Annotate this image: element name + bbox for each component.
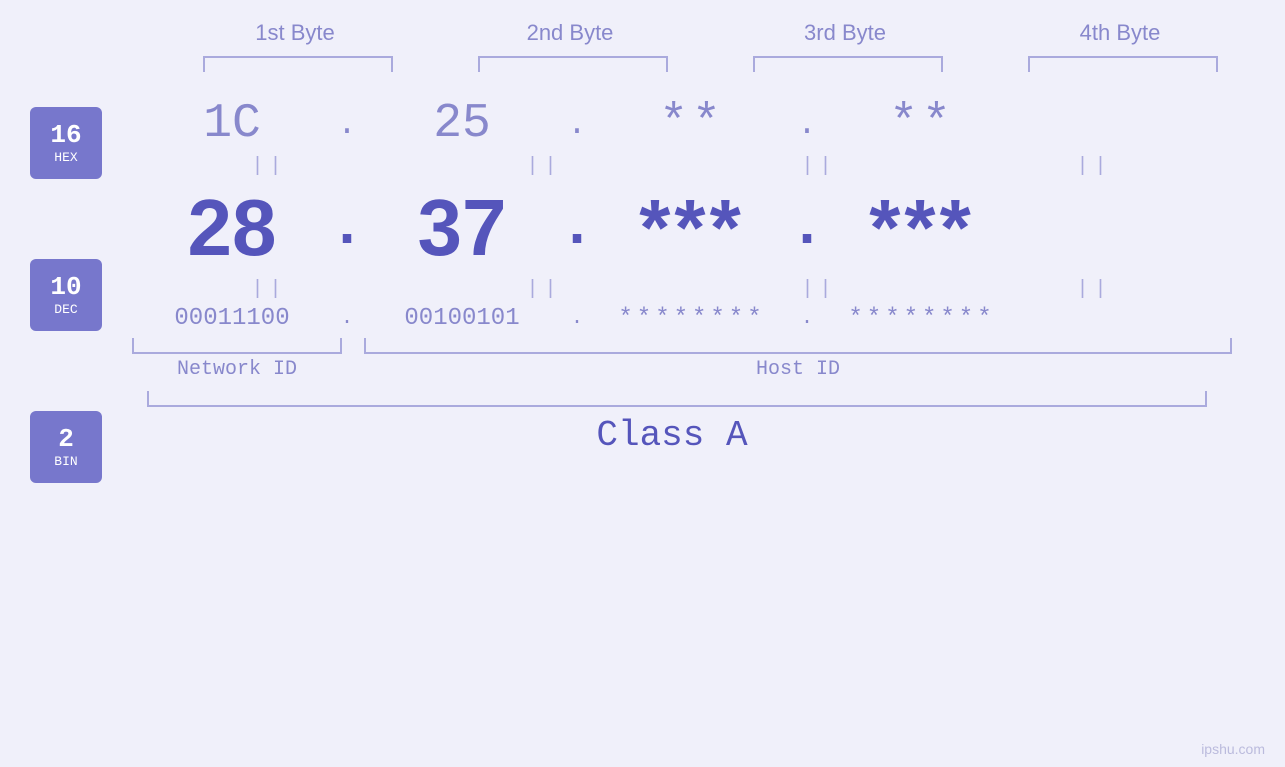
dec-badge: 10 DEC [30, 259, 102, 331]
eq-4: || [995, 155, 1195, 178]
eq-5: || [170, 278, 370, 301]
bin-dot-2: . [562, 307, 592, 330]
watermark: ipshu.com [1201, 741, 1265, 757]
badges-column: 16 HEX 10 DEC 2 BIN [30, 107, 102, 483]
dec-dot-3: . [792, 194, 822, 262]
dec-cell-3: *** [592, 182, 792, 274]
hex-dot-3: . [792, 106, 822, 143]
eq-1: || [170, 155, 370, 178]
bin-val-3: ******** [618, 305, 765, 332]
hex-cell-2: 25 [362, 97, 562, 151]
hex-val-3: ** [659, 97, 725, 151]
dec-row: 28 . 37 . *** . *** [132, 182, 1232, 274]
hex-val-4: ** [889, 97, 955, 151]
bin-cell-3: ******** [592, 305, 792, 332]
class-label: Class A [132, 415, 1212, 456]
hex-badge-number: 16 [50, 122, 81, 148]
hex-cell-3: ** [592, 97, 792, 151]
hex-dot-1: . [332, 106, 362, 143]
top-bracket-1 [203, 56, 393, 72]
eq-3: || [720, 155, 920, 178]
bin-dot-3: . [792, 307, 822, 330]
bin-cell-4: ******** [822, 305, 1022, 332]
class-bracket [147, 391, 1207, 407]
dec-val-2: 37 [418, 182, 507, 274]
page: 1st Byte 2nd Byte 3rd Byte 4th Byte 16 H… [0, 0, 1285, 767]
dec-val-3: *** [639, 182, 744, 274]
bin-badge-label: BIN [54, 454, 77, 469]
eq-2: || [445, 155, 645, 178]
hex-dot-2: . [562, 106, 592, 143]
segment-labels: Network ID Host ID [132, 358, 1232, 381]
bin-badge: 2 BIN [30, 411, 102, 483]
dec-cell-1: 28 [132, 182, 332, 274]
bin-cell-1: 00011100 [132, 305, 332, 332]
eq-6: || [445, 278, 645, 301]
dec-val-4: *** [869, 182, 974, 274]
eq-row-2: || || || || [132, 278, 1232, 301]
bottom-brackets-row [132, 338, 1232, 354]
hex-badge-label: HEX [54, 150, 77, 165]
hex-badge: 16 HEX [30, 107, 102, 179]
eq-row-1: || || || || [132, 155, 1232, 178]
class-bracket-wrap [137, 391, 1217, 407]
hex-val-2: 25 [433, 97, 491, 151]
hex-val-1: 1C [203, 97, 261, 151]
bin-row: 00011100 . 00100101 . ******** . *******… [132, 305, 1232, 332]
byte-label-2: 2nd Byte [470, 20, 670, 46]
byte-label-3: 3rd Byte [745, 20, 945, 46]
dec-cell-2: 37 [362, 182, 562, 274]
dec-val-1: 28 [188, 182, 277, 274]
byte-label-4: 4th Byte [1020, 20, 1220, 46]
bin-cell-2: 00100101 [362, 305, 562, 332]
data-section: 1C . 25 . ** . ** || || || || [132, 77, 1285, 456]
eq-8: || [995, 278, 1195, 301]
bin-dot-1: . [332, 307, 362, 330]
bin-badge-number: 2 [58, 426, 74, 452]
byte-label-1: 1st Byte [195, 20, 395, 46]
dec-dot-2: . [562, 194, 592, 262]
bin-val-4: ******** [848, 305, 995, 332]
host-bracket [364, 338, 1232, 354]
dec-dot-1: . [332, 194, 362, 262]
hex-row: 1C . 25 . ** . ** [132, 97, 1232, 151]
hex-cell-4: ** [822, 97, 1022, 151]
top-bracket-4 [1028, 56, 1218, 72]
dec-badge-label: DEC [54, 302, 77, 317]
eq-7: || [720, 278, 920, 301]
dec-cell-4: *** [822, 182, 1022, 274]
main-area: 16 HEX 10 DEC 2 BIN 1C . 25 [0, 77, 1285, 483]
top-bracket-3 [753, 56, 943, 72]
byte-labels-row: 1st Byte 2nd Byte 3rd Byte 4th Byte [158, 20, 1258, 46]
top-bracket-2 [478, 56, 668, 72]
net-bracket [132, 338, 342, 354]
host-id-label: Host ID [364, 358, 1232, 381]
network-id-label: Network ID [132, 358, 342, 381]
hex-cell-1: 1C [132, 97, 332, 151]
bin-val-1: 00011100 [174, 305, 289, 332]
dec-badge-number: 10 [50, 274, 81, 300]
bin-val-2: 00100101 [404, 305, 519, 332]
